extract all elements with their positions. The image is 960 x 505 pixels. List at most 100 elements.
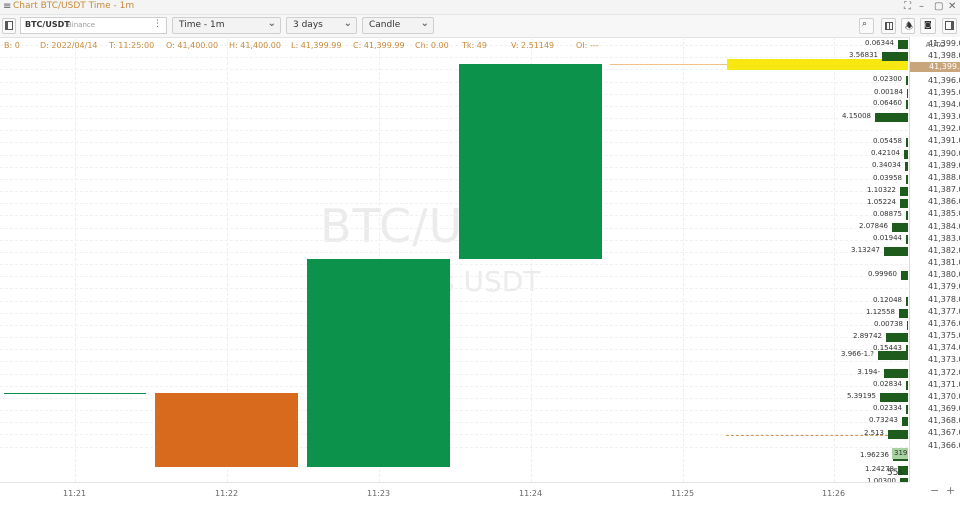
price-tick-label: 41,385.00 [928, 209, 960, 219]
bar-close: C: 41,399.99 [353, 41, 405, 50]
price-tick-label: 41,373.00 [928, 355, 960, 365]
price-tick-label: 41,399.00 [928, 39, 960, 48]
candle-1123[interactable] [307, 258, 450, 467]
price-tick-label: 41,379.00 [928, 282, 960, 292]
time-tick-label: 11:23 [367, 489, 391, 498]
vertical-gridline [75, 37, 76, 482]
time-tick-label: 11:25 [671, 489, 695, 498]
camera-button[interactable]: ◙ [920, 18, 936, 34]
horizontal-gridline [0, 312, 908, 314]
candle-1124[interactable] [459, 64, 602, 259]
chart-type-dropdown[interactable]: Candle ⌄ [362, 17, 434, 34]
chevron-down-icon: ⌄ [343, 18, 352, 29]
price-tick-label: 41,375.00 [928, 331, 960, 341]
volume-profile-label: 0.06344 [865, 39, 894, 47]
panel-icon [5, 21, 13, 30]
previous-price-line [4, 393, 146, 394]
volume-profile-bar [884, 369, 908, 378]
timeframe-label: Time - 1m [179, 20, 225, 30]
timeframe-dropdown[interactable]: Time - 1m ⌄ [172, 17, 281, 34]
price-tick-label: 41,366.00 [928, 440, 960, 450]
price-tick-label: 41,393.00 [928, 112, 960, 122]
current-price-label: 41,399.99 [929, 62, 960, 71]
volume-profile-label: 1.05224 [867, 198, 896, 206]
volume-profile-bar [904, 150, 908, 159]
bar-low: L: 41,399.99 [291, 41, 342, 50]
price-tick-label: 41,372.00 [928, 367, 960, 377]
time-tick-label: 11:22 [215, 489, 239, 498]
price-tick-label: 41,392.00 [928, 124, 960, 134]
watermark-symbol: BTC/U [320, 199, 464, 253]
candle-1122[interactable] [155, 392, 298, 467]
right-panel-button[interactable] [942, 18, 957, 34]
price-tick-label: 41,395.00 [928, 87, 960, 97]
volume-profile-label: 1.10322 [867, 186, 896, 194]
alarm-button[interactable]: 🕭 [901, 18, 915, 34]
horizontal-gridline [0, 142, 908, 144]
chart-type-label: Candle [369, 20, 401, 30]
price-tick-label: 41,381.00 [928, 258, 960, 268]
volume-profile-label: 0.03958 [873, 174, 902, 182]
maximize-icon[interactable]: ▢ [934, 1, 943, 12]
zoom-button[interactable]: ⌕ [859, 18, 874, 34]
vertical-gridline [834, 37, 835, 482]
price-axis[interactable]: AUTO 41,399.0041,398.0041,397.0041,396.0… [909, 37, 960, 482]
window-title: Chart BTC/USDT Time - 1m [13, 1, 135, 11]
bar-date: D: 2022/04/14 [40, 41, 98, 50]
horizontal-gridline [0, 93, 908, 95]
zoom-out-icon[interactable]: − [930, 484, 939, 497]
horizontal-gridline [0, 264, 908, 266]
volume-profile-label: 4.15008 [842, 112, 871, 120]
title-bar: ≡ Chart BTC/USDT Time - 1m ⛶ – ▢ ✕ [0, 0, 960, 15]
price-tick-label: 41,376.00 [928, 318, 960, 328]
price-tick-label: 41,390.00 [928, 148, 960, 158]
volume-profile-label: 0.06460 [873, 99, 902, 107]
volume-profile-bar [880, 393, 908, 402]
time-axis[interactable]: 11:21 11:22 11:23 11:24 11:25 11:26 [0, 482, 908, 505]
volume-profile-bar [900, 199, 908, 208]
chevron-down-icon: ⌄ [420, 18, 429, 29]
volume-profile-bar [907, 321, 908, 330]
range-dropdown[interactable]: 3 days ⌄ [286, 17, 357, 34]
sidebar-toggle-button[interactable] [2, 18, 16, 34]
price-tick-label: 41,371.00 [928, 379, 960, 389]
menu-icon[interactable]: ≡ [3, 1, 11, 12]
volume-profile-label: 1.96236 [860, 451, 889, 459]
horizontal-gridline [0, 361, 908, 363]
price-tick-label: 41,378.00 [928, 294, 960, 304]
volume-profile-label: 2.513 [863, 429, 884, 437]
current-price-tag: 41,399.99 [910, 62, 960, 72]
volume-profile-bar [888, 430, 908, 439]
volume-profile-label: 0.42104 [871, 149, 900, 157]
bar-time: T: 11:25:00 [109, 41, 155, 50]
horizontal-gridline [0, 337, 908, 339]
bar-index: B: 0 [4, 41, 20, 50]
time-tick-label: 11:26 [822, 489, 846, 498]
volume-profile-label: 0.34034 [872, 161, 901, 169]
last-price-line [610, 64, 728, 65]
volume-profile-label: 0.02334 [873, 404, 902, 412]
fullscreen-icon[interactable]: ⛶ [904, 1, 911, 12]
volume-profile-bar [906, 405, 908, 414]
volume-profile-bar [878, 351, 908, 360]
toolbar: BTC/USDT Binance ⋮ Time - 1m ⌄ 3 days ⌄ … [0, 15, 960, 38]
grid-button[interactable] [881, 18, 896, 34]
volume-profile-bar [886, 333, 908, 342]
exchange-label: Binance [67, 21, 96, 29]
bar-volume: V: 2.51149 [511, 41, 555, 50]
price-tick-label: 41,394.00 [928, 99, 960, 109]
horizontal-gridline [0, 288, 908, 290]
volume-profile-label: 0.08875 [873, 210, 902, 218]
symbol-selector[interactable]: BTC/USDT Binance ⋮ [20, 17, 167, 34]
zoom-in-icon[interactable]: + [946, 484, 955, 497]
horizontal-gridline [0, 446, 908, 448]
minimize-icon[interactable]: – [919, 1, 924, 12]
bar-open: O: 41,400.00 [166, 41, 219, 50]
volume-profile-bar [892, 223, 908, 232]
candle-countdown: 55s [887, 468, 904, 478]
close-icon[interactable]: ✕ [948, 1, 956, 12]
chart-plot-area[interactable]: BTC/U s USDT 0.06344 3.56831 0.02300 0.0018… [0, 37, 908, 482]
more-icon[interactable]: ⋮ [153, 19, 162, 29]
volume-profile-bar [884, 247, 908, 256]
volume-profile-bar [882, 52, 908, 61]
